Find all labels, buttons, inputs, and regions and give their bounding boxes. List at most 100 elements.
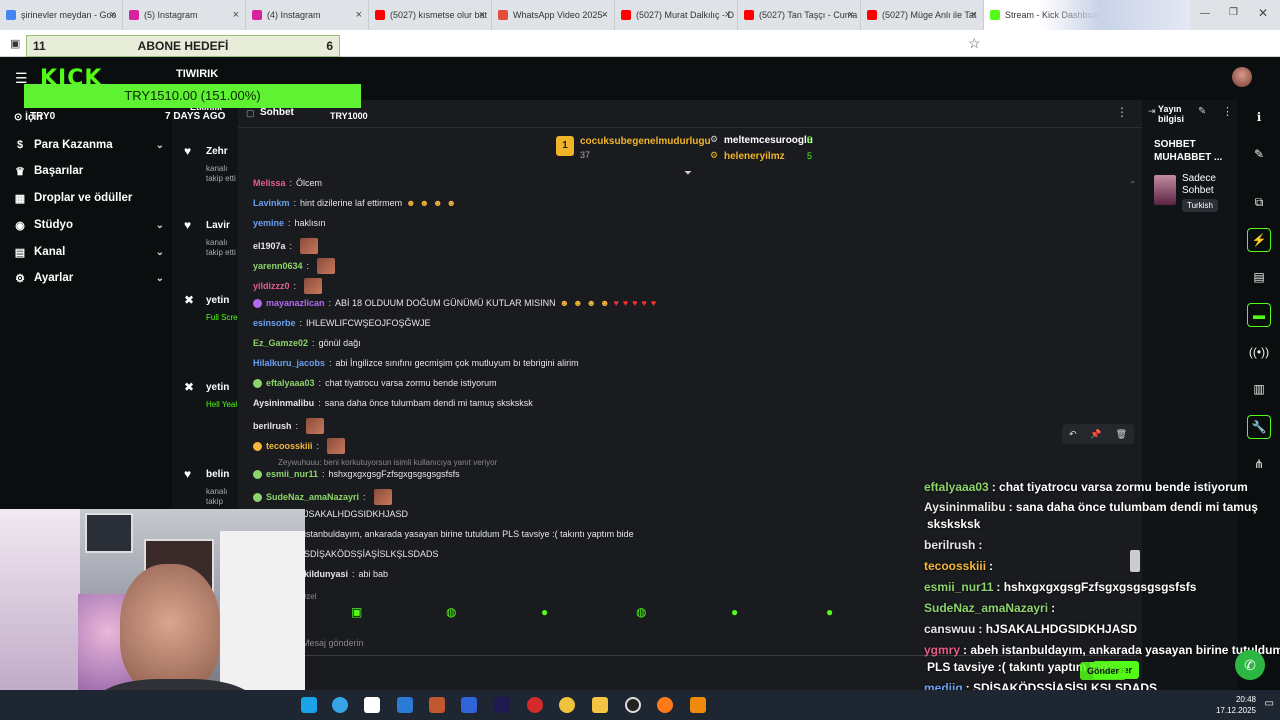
broadcast-icon[interactable]: ((•)) <box>1247 340 1271 364</box>
chat-username[interactable]: mayanazlican <box>266 298 325 308</box>
browser-tab[interactable]: (5) Instagram × <box>123 0 246 30</box>
close-tab-icon[interactable]: × <box>725 9 731 21</box>
arrow-icon[interactable]: ⇥ <box>1148 106 1156 117</box>
vlc-icon[interactable] <box>690 697 706 713</box>
dropbox-icon[interactable] <box>461 697 477 713</box>
chat-message[interactable]: Aysininmalibu: sana daha önce tulumbam de… <box>253 398 533 408</box>
chat-message[interactable]: Ez_Gamze02: gönül dağı <box>253 338 361 348</box>
chat-icon[interactable]: ▬ <box>1247 303 1271 327</box>
close-tab-icon[interactable]: × <box>971 9 977 21</box>
chat-username[interactable]: Lavinkm <box>253 198 290 208</box>
obs-icon[interactable] <box>625 697 641 713</box>
collapse-pinned-icon[interactable]: ⏷ <box>684 168 692 179</box>
chat-message[interactable]: istanbuldayım, ankarada yasayan birine t… <box>304 529 634 539</box>
whatsapp-icon[interactable]: ✆ <box>1235 650 1265 680</box>
chrome-icon[interactable] <box>559 697 575 713</box>
browser-tab[interactable]: (5027) Tan Taşçı - Cuma × <box>738 0 861 30</box>
window-close-icon[interactable]: ✕ <box>1258 6 1268 20</box>
scrollbar-thumb[interactable] <box>1130 550 1140 572</box>
sidebar-item-studyo[interactable]: ◉ Stüdyo ⌄ <box>14 214 164 236</box>
chat-username[interactable]: Hilalkuru_jacobs <box>253 358 325 368</box>
close-tab-icon[interactable]: × <box>356 9 362 21</box>
edit-icon[interactable]: ✎ <box>1198 106 1206 117</box>
chat-username[interactable]: yemine <box>253 218 284 228</box>
browser-tab[interactable]: (5027) Murat Dalkılıç - D × <box>615 0 738 30</box>
chat-username[interactable]: SudeNaz_amaNazayri <box>266 492 359 502</box>
emote-icon[interactable]: ● <box>541 605 548 619</box>
minimize-icon[interactable]: — <box>1200 8 1210 19</box>
sidebar-item-kanal[interactable]: ▤ Kanal ⌄ <box>14 241 164 263</box>
emote-icon[interactable]: ◍ <box>636 605 646 619</box>
chat-message[interactable]: esinsorbe: IHLEWLIFCWŞEOJFOŞĞWJE <box>253 318 431 328</box>
chat-username[interactable]: Aysininmalibu <box>253 398 314 408</box>
emote-icon[interactable]: ● <box>731 605 738 619</box>
close-tab-icon[interactable]: × <box>233 9 239 21</box>
delete-icon[interactable]: 🗑 <box>1116 429 1127 440</box>
chat-message[interactable]: yarenn0634: <box>253 258 336 274</box>
chat-message[interactable]: berilrush: <box>253 418 325 434</box>
wrench-icon[interactable]: 🔧 <box>1247 415 1271 439</box>
reply-icon[interactable]: ↶ <box>1069 429 1077 440</box>
sidebar-item-droplar[interactable]: ▦ Droplar ve ödüller <box>14 187 164 209</box>
chat-message[interactable]: Hilalkuru_jacobs: abi İngilizce sınıfını … <box>253 358 579 368</box>
browser-tab[interactable]: (5027) kısmetse olur bat × <box>369 0 492 30</box>
screenshot-icon[interactable]: ⧉ <box>1247 190 1271 214</box>
emote-icon[interactable]: ● <box>826 605 833 619</box>
chat-message[interactable]: yildizzz0: <box>253 278 323 294</box>
chat-username[interactable]: kildunyasi <box>304 569 348 579</box>
chat-username[interactable]: Melissa <box>253 178 286 188</box>
firefox-icon[interactable] <box>657 697 673 713</box>
pin-icon[interactable]: 📌 <box>1090 429 1101 440</box>
chat-message[interactable]: yemine: haklısın <box>253 218 326 228</box>
close-tab-icon[interactable]: × <box>848 9 854 21</box>
chat-message[interactable]: Lavinkm: hint dizilerine laf ettirmem ☻ ☻ ☻ ☻ <box>253 198 456 208</box>
folder-icon[interactable] <box>592 697 608 713</box>
info-icon[interactable]: ℹ <box>1247 105 1271 129</box>
send-button-overlay[interactable]: Gönder <box>1080 662 1126 680</box>
more-options-icon[interactable]: ⋮ <box>1116 105 1128 119</box>
share-icon[interactable]: ⋔ <box>1247 452 1271 476</box>
chat-message[interactable]: el1907a: <box>253 238 319 254</box>
chat-username[interactable]: yildizzz0 <box>253 281 290 291</box>
sidebar-item-para-kazanma[interactable]: $ Para Kazanma ⌄ <box>14 134 164 156</box>
chat-message[interactable]: mayanazlican: ABİ 18 OLDUUM DOĞUM GÜNÜMÜ … <box>253 298 656 308</box>
premiere-icon[interactable] <box>494 697 510 713</box>
edge-icon[interactable] <box>332 697 348 713</box>
scroll-up-icon[interactable]: ⌃ <box>1129 180 1136 189</box>
sidebar-item-ayarlar[interactable]: ⚙ Ayarlar ⌄ <box>14 267 164 289</box>
chat-username[interactable]: yarenn0634 <box>253 261 303 271</box>
browser-tab[interactable]: (4) Instagram × <box>246 0 369 30</box>
mail-icon[interactable] <box>397 697 413 713</box>
chat-message[interactable]: kildunyasi: abi bab <box>304 569 388 579</box>
lightning-icon[interactable]: ⚡ <box>1247 228 1271 252</box>
chat-username[interactable]: tecoosskiii <box>266 441 313 451</box>
emote-icon[interactable]: ◍ <box>446 605 456 619</box>
maximize-icon[interactable]: ❐ <box>1229 7 1238 18</box>
browser-tab[interactable]: şirinevler meydan - Goo × <box>0 0 123 30</box>
opera-icon[interactable] <box>527 697 543 713</box>
top-gifter-name[interactable]: cocuksubegenelmudurlugu <box>580 136 711 147</box>
chat-message[interactable]: JSAKALHDGSIDKHJASD <box>304 509 408 519</box>
chat-username[interactable]: berilrush <box>253 421 292 431</box>
chat-message[interactable]: SudeNaz_amaNazayri: <box>253 489 392 505</box>
chat-username[interactable]: eftalyaaa03 <box>266 378 315 388</box>
gifter-name[interactable]: heleneryilmz <box>724 151 785 162</box>
browser-tab[interactable]: (5027) Müge Anlı ile Tat × <box>861 0 984 30</box>
chat-username[interactable]: el1907a <box>253 241 286 251</box>
chat-username[interactable]: esmii_nur11 <box>266 469 318 479</box>
bookmark-star-icon[interactable]: ☆ <box>968 35 981 52</box>
store-icon[interactable] <box>364 697 380 713</box>
pen-icon[interactable]: ✎ <box>1247 142 1271 166</box>
chat-message[interactable]: tecoosskiii: <box>253 438 346 454</box>
avatar[interactable] <box>1232 67 1252 87</box>
document-icon[interactable]: ▤ <box>1247 265 1271 289</box>
chat-username[interactable]: esinsorbe <box>253 318 296 328</box>
files-app-icon[interactable] <box>301 697 317 713</box>
more-options-icon[interactable]: ⋮ <box>1222 105 1233 118</box>
gifter-name[interactable]: meltemcesurooglu <box>724 135 813 146</box>
close-tab-icon[interactable]: × <box>479 9 485 21</box>
close-tab-icon[interactable]: × <box>602 9 608 21</box>
chat-message[interactable]: esmii_nur11: hshxgxgxgsgFzfsgxgsgsgsgsfsf… <box>253 469 460 479</box>
sidebar-item-basarilar[interactable]: ♛ Başarılar <box>14 160 164 182</box>
chat-username[interactable]: Ez_Gamze02 <box>253 338 308 348</box>
